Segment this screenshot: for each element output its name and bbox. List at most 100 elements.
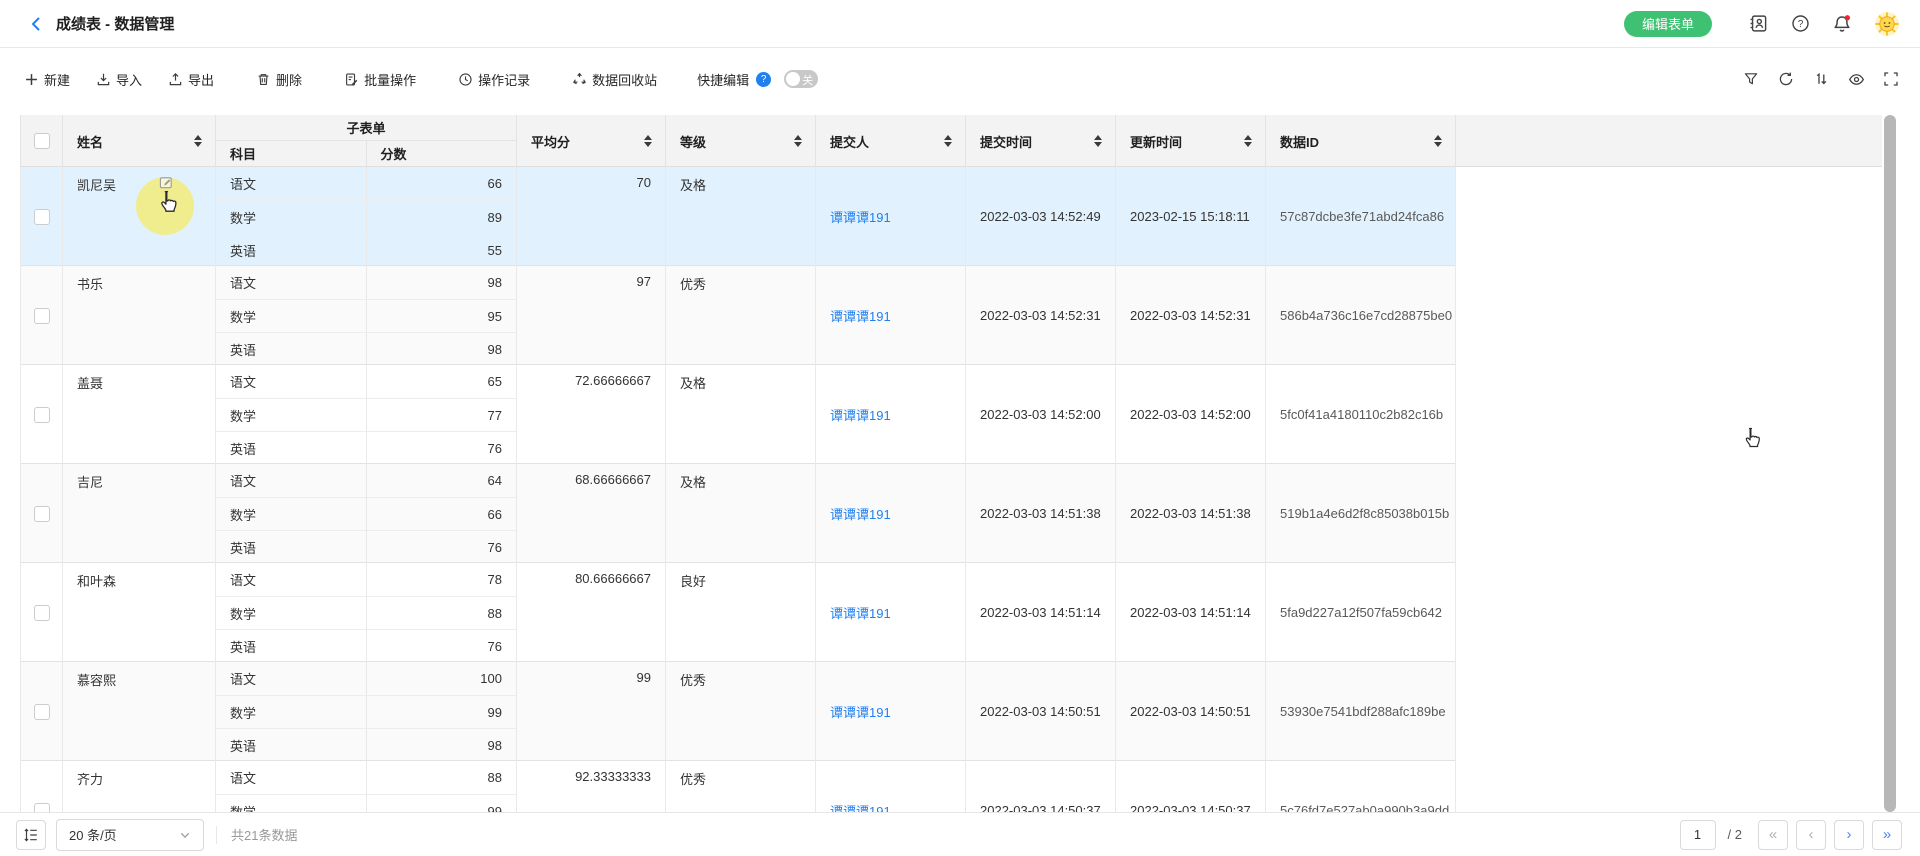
score-cell: 99 bbox=[367, 695, 516, 728]
grade-cell: 优秀 bbox=[666, 266, 816, 365]
row-name: 书乐 bbox=[77, 277, 103, 292]
table-row: 书乐语文数学英语98959897优秀谭谭谭1912022-03-03 14:52… bbox=[21, 266, 1456, 365]
subject-cell: 语文 bbox=[216, 761, 366, 794]
grade-cell: 优秀 bbox=[666, 662, 816, 761]
data-table: 姓名 子表单 科目 分数 平均分 等级 提交人 提交时间 更新时间 bbox=[20, 115, 1882, 812]
row-checkbox[interactable] bbox=[34, 407, 50, 423]
name-cell: 慕容熙 bbox=[63, 662, 216, 761]
data-id-cell: 519b1a4e6d2f8c85038b015b bbox=[1266, 464, 1456, 563]
sort-icon[interactable] bbox=[1241, 132, 1255, 150]
trash-icon bbox=[256, 72, 271, 87]
row-checkbox[interactable] bbox=[34, 704, 50, 720]
submitter-cell: 谭谭谭191 bbox=[816, 563, 966, 662]
column-header-submitter[interactable]: 提交人 bbox=[816, 115, 966, 167]
quick-edit-toggle[interactable]: 关 bbox=[784, 70, 818, 88]
header-filler bbox=[1456, 115, 1882, 166]
submit-time-cell: 2022-03-03 14:52:49 bbox=[966, 167, 1116, 266]
help-badge-icon[interactable]: ? bbox=[756, 72, 771, 87]
pagination-right: / 2 « ‹ › » bbox=[1680, 820, 1902, 850]
average-cell: 92.33333333 bbox=[517, 761, 666, 812]
last-page-button[interactable]: » bbox=[1872, 820, 1902, 850]
sort-icon[interactable] bbox=[791, 132, 805, 150]
quick-edit-control: 快捷编辑 ? 关 bbox=[697, 70, 818, 89]
operation-log-button[interactable]: 操作记录 bbox=[458, 70, 530, 89]
submitter-link[interactable]: 谭谭谭191 bbox=[830, 603, 891, 622]
update-time: 2023-02-15 15:18:11 bbox=[1130, 209, 1250, 224]
sort-icon[interactable] bbox=[1091, 132, 1105, 150]
column-header-average[interactable]: 平均分 bbox=[517, 115, 666, 167]
column-header-name[interactable]: 姓名 bbox=[63, 115, 216, 167]
subject-cell: 英语 bbox=[216, 233, 366, 266]
sort-icon[interactable] bbox=[641, 132, 655, 150]
update-time: 2022-03-03 14:50:37 bbox=[1130, 803, 1251, 812]
sort-rows-button[interactable] bbox=[1812, 70, 1830, 88]
column-visibility-button[interactable] bbox=[1847, 70, 1865, 88]
vertical-scrollbar[interactable] bbox=[1884, 115, 1896, 812]
name-cell: 书乐 bbox=[63, 266, 216, 365]
prev-page-button[interactable]: ‹ bbox=[1796, 820, 1826, 850]
submitter-link[interactable]: 谭谭谭191 bbox=[830, 405, 891, 424]
avatar[interactable] bbox=[1874, 11, 1900, 37]
quick-edit-label: 快捷编辑 bbox=[697, 70, 749, 89]
column-header-update-time[interactable]: 更新时间 bbox=[1116, 115, 1266, 167]
column-header-grade[interactable]: 等级 bbox=[666, 115, 816, 167]
sun-avatar-icon bbox=[1874, 11, 1900, 37]
row-checkbox[interactable] bbox=[34, 506, 50, 522]
row-checkbox[interactable] bbox=[34, 308, 50, 324]
filter-button[interactable] bbox=[1742, 70, 1760, 88]
score-column-cell: 657776 bbox=[367, 365, 517, 464]
submit-time-cell: 2022-03-03 14:51:14 bbox=[966, 563, 1116, 662]
column-group-subform: 子表单 科目 分数 bbox=[216, 115, 517, 166]
import-icon bbox=[96, 72, 111, 87]
pagination-bar: 20 条/页 共21条数据 / 2 « ‹ › » bbox=[0, 812, 1920, 856]
back-chevron-icon bbox=[28, 16, 44, 32]
page-size-select[interactable]: 20 条/页 bbox=[56, 819, 204, 851]
total-count-label: 共21条数据 bbox=[231, 825, 297, 844]
toolbar-actions: 新建 导入 导出 删除 批量操作 操作记录 数据回收站 快捷编辑 ? bbox=[24, 70, 818, 89]
new-button[interactable]: 新建 bbox=[24, 70, 70, 89]
row-checkbox[interactable] bbox=[34, 803, 50, 813]
row-checkbox[interactable] bbox=[34, 209, 50, 225]
toolbar: 新建 导入 导出 删除 批量操作 操作记录 数据回收站 快捷编辑 ? bbox=[0, 48, 1920, 114]
first-page-button[interactable]: « bbox=[1758, 820, 1788, 850]
submit-time-cell: 2022-03-03 14:50:37 bbox=[966, 761, 1116, 812]
column-header-submit-time[interactable]: 提交时间 bbox=[966, 115, 1116, 167]
sort-icon[interactable] bbox=[941, 132, 955, 150]
select-all-checkbox[interactable] bbox=[34, 133, 50, 149]
table-row: 吉尼语文数学英语64667668.66666667及格谭谭谭1912022-03… bbox=[21, 464, 1456, 563]
row-checkbox[interactable] bbox=[34, 605, 50, 621]
refresh-button[interactable] bbox=[1777, 70, 1795, 88]
score-cell: 77 bbox=[367, 398, 516, 431]
submitter-link[interactable]: 谭谭谭191 bbox=[830, 207, 891, 226]
grade-cell: 良好 bbox=[666, 563, 816, 662]
data-recycle-bin-button[interactable]: 数据回收站 bbox=[572, 70, 657, 89]
score-cell: 64 bbox=[367, 464, 516, 497]
contacts-icon[interactable] bbox=[1748, 14, 1768, 34]
fullscreen-button[interactable] bbox=[1882, 70, 1900, 88]
row-density-button[interactable] bbox=[16, 820, 46, 850]
topbar: 成绩表 - 数据管理 编辑表单 ? bbox=[0, 0, 1920, 48]
update-time-cell: 2022-03-03 14:50:51 bbox=[1116, 662, 1266, 761]
page-title: 成绩表 - 数据管理 bbox=[56, 13, 174, 34]
score-cell: 78 bbox=[367, 563, 516, 596]
batch-operations-button[interactable]: 批量操作 bbox=[344, 70, 416, 89]
help-icon[interactable]: ? bbox=[1790, 14, 1810, 34]
submit-time: 2022-03-03 14:52:31 bbox=[980, 308, 1101, 323]
back-button[interactable] bbox=[28, 16, 44, 32]
next-page-button[interactable]: › bbox=[1834, 820, 1864, 850]
page-number-input[interactable] bbox=[1680, 820, 1716, 850]
submitter-link[interactable]: 谭谭谭191 bbox=[830, 801, 891, 812]
export-button[interactable]: 导出 bbox=[168, 70, 214, 89]
column-header-data-id[interactable]: 数据ID bbox=[1266, 115, 1456, 167]
delete-button[interactable]: 删除 bbox=[256, 70, 302, 89]
row-checkbox-cell bbox=[21, 266, 63, 365]
row-checkbox-cell bbox=[21, 365, 63, 464]
import-button[interactable]: 导入 bbox=[96, 70, 142, 89]
sort-icon[interactable] bbox=[191, 132, 205, 150]
submitter-link[interactable]: 谭谭谭191 bbox=[830, 504, 891, 523]
sort-icon[interactable] bbox=[1431, 132, 1445, 150]
edit-form-button[interactable]: 编辑表单 bbox=[1624, 11, 1712, 37]
notification-bell-icon[interactable] bbox=[1832, 14, 1852, 34]
submitter-link[interactable]: 谭谭谭191 bbox=[830, 306, 891, 325]
submitter-link[interactable]: 谭谭谭191 bbox=[830, 702, 891, 721]
